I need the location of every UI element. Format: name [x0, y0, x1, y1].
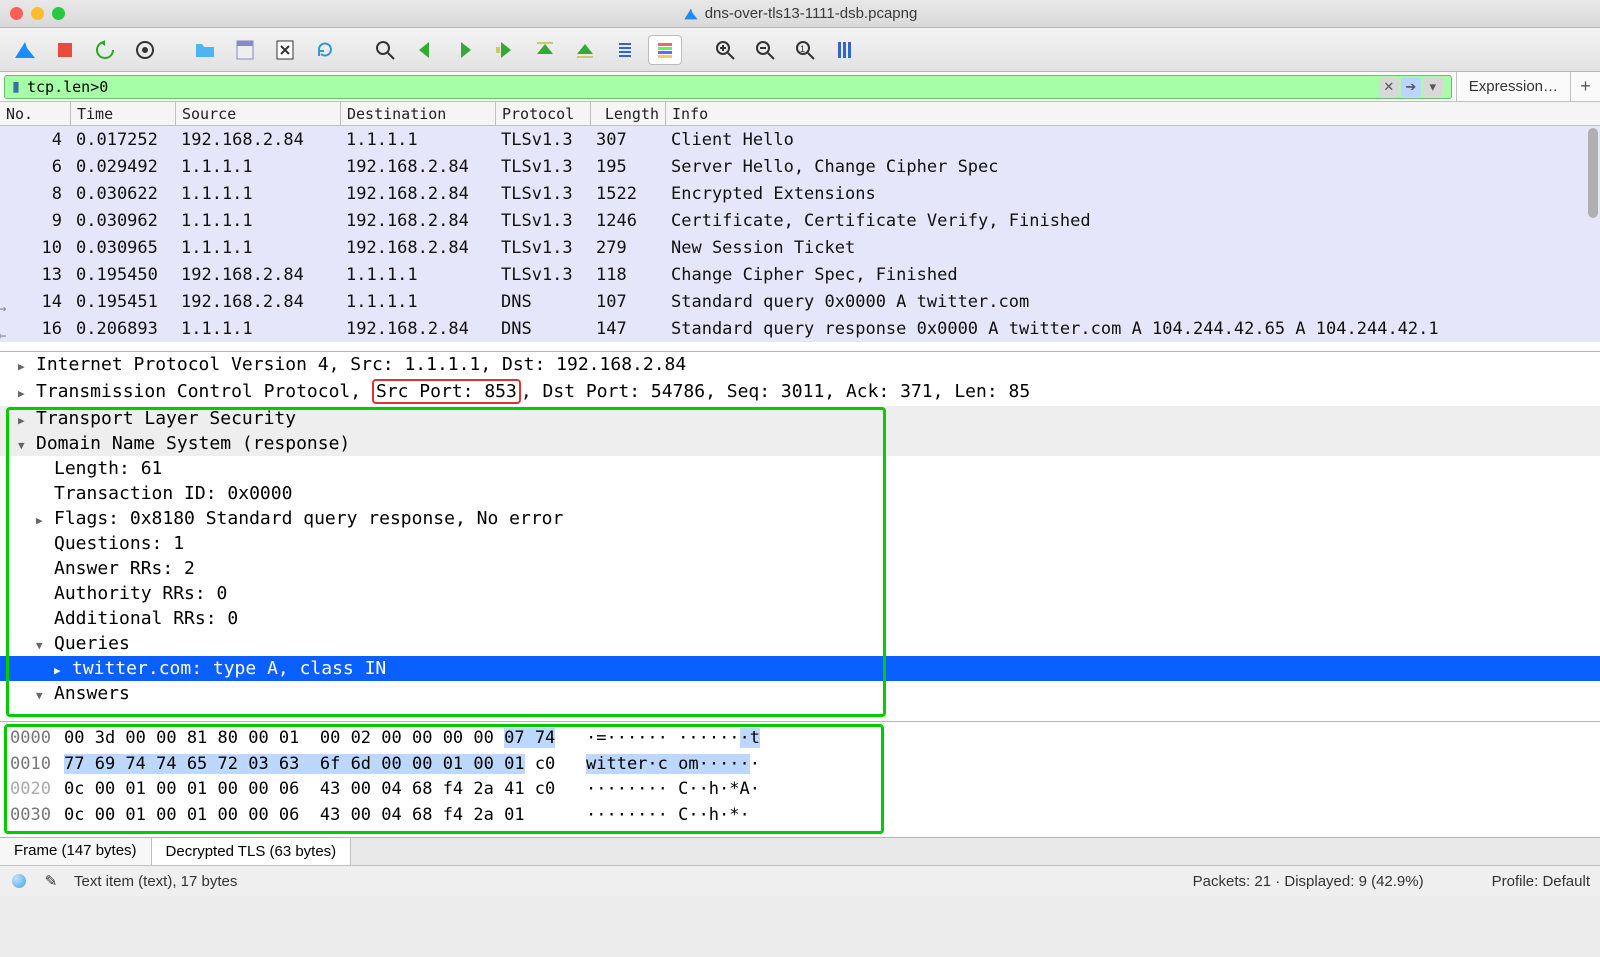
bytes-tabs: Frame (147 bytes) Decrypted TLS (63 byte…	[0, 838, 1600, 866]
zoom-reset-button[interactable]: 1	[788, 35, 822, 65]
apply-filter-icon[interactable]: ➔	[1401, 77, 1421, 97]
packet-row[interactable]: 160.2068931.1.1.1192.168.2.84DNS147Stand…	[0, 315, 1600, 342]
wireshark-fin-icon	[683, 6, 699, 22]
display-filter-bar: ▮ ✕ ➔ ▾ Expression… +	[0, 72, 1600, 102]
save-file-button[interactable]	[228, 35, 262, 65]
go-back-button[interactable]	[408, 35, 442, 65]
detail-dns[interactable]: Domain Name System (response)	[0, 431, 1600, 456]
detail-dns-questions[interactable]: Questions: 1	[0, 531, 1600, 556]
col-proto[interactable]: Protocol	[495, 102, 590, 125]
detail-dns-add-rrs[interactable]: Additional RRs: 0	[0, 606, 1600, 631]
go-last-button[interactable]	[568, 35, 602, 65]
restart-capture-button[interactable]	[88, 35, 122, 65]
clear-filter-icon[interactable]: ✕	[1379, 77, 1399, 97]
col-info[interactable]: Info	[665, 102, 1600, 125]
options-button[interactable]	[128, 35, 162, 65]
maximize-icon[interactable]	[52, 7, 65, 20]
col-dst[interactable]: Destination	[340, 102, 495, 125]
auto-scroll-button[interactable]	[608, 35, 642, 65]
find-button[interactable]	[368, 35, 402, 65]
col-len[interactable]: Length	[590, 102, 665, 125]
detail-tls[interactable]: Transport Layer Security	[0, 406, 1600, 431]
bookmark-icon[interactable]: ▮	[9, 78, 23, 95]
packet-row[interactable]: 130.195450192.168.2.841.1.1.1TLSv1.3118C…	[0, 261, 1600, 288]
window-title: dns-over-tls13-1111-dsb.pcapng	[705, 5, 918, 22]
filter-history-icon[interactable]: ▾	[1423, 77, 1443, 97]
edit-preferences-icon[interactable]: ✎	[42, 872, 60, 890]
reload-button[interactable]	[308, 35, 342, 65]
detail-dns-flags[interactable]: Flags: 0x8180 Standard query response, N…	[0, 506, 1600, 531]
expression-button[interactable]: Expression…	[1456, 72, 1570, 101]
close-icon[interactable]	[10, 7, 23, 20]
detail-dns-auth-rrs[interactable]: Authority RRs: 0	[0, 581, 1600, 606]
related-out-icon: →	[0, 301, 6, 317]
zoom-out-button[interactable]	[748, 35, 782, 65]
related-in-icon: ←	[0, 328, 6, 344]
minimize-icon[interactable]	[31, 7, 44, 20]
hex-row[interactable]: 00200c 00 01 00 01 00 00 06 43 00 04 68 …	[10, 777, 1590, 803]
hex-row[interactable]: 000000 3d 00 00 81 80 00 01 00 02 00 00 …	[10, 726, 1590, 752]
stop-capture-button[interactable]	[48, 35, 82, 65]
hex-row[interactable]: 00300c 00 01 00 01 00 00 06 43 00 04 68 …	[10, 803, 1590, 829]
packet-row[interactable]: 140.195451192.168.2.841.1.1.1DNS107Stand…	[0, 288, 1600, 315]
display-filter-field[interactable]: ▮ ✕ ➔ ▾	[4, 75, 1452, 99]
packet-row[interactable]: 60.0294921.1.1.1192.168.2.84TLSv1.3195Se…	[0, 153, 1600, 180]
col-src[interactable]: Source	[175, 102, 340, 125]
zoom-in-button[interactable]	[708, 35, 742, 65]
packet-list[interactable]: 40.017252192.168.2.841.1.1.1TLSv1.3307Cl…	[0, 126, 1600, 352]
packet-row[interactable]: 100.0309651.1.1.1192.168.2.84TLSv1.3279N…	[0, 234, 1600, 261]
detail-dns-answer-rrs[interactable]: Answer RRs: 2	[0, 556, 1600, 581]
packet-bytes-pane[interactable]: 000000 3d 00 00 81 80 00 01 00 02 00 00 …	[0, 722, 1600, 838]
svg-text:1: 1	[800, 44, 805, 54]
col-time[interactable]: Time	[70, 102, 175, 125]
detail-ip[interactable]: Internet Protocol Version 4, Src: 1.1.1.…	[0, 352, 1600, 377]
tab-frame[interactable]: Frame (147 bytes)	[0, 838, 152, 865]
status-item-text: Text item (text), 17 bytes	[74, 873, 237, 890]
status-packet-counts: Packets: 21 · Displayed: 9 (42.9%)	[1193, 873, 1424, 890]
go-to-packet-button[interactable]	[488, 35, 522, 65]
col-no[interactable]: No.	[0, 102, 70, 125]
detail-dns-query-item[interactable]: twitter.com: type A, class IN	[0, 656, 1600, 681]
detail-dns-txid[interactable]: Transaction ID: 0x0000	[0, 481, 1600, 506]
src-port-highlight: Src Port: 853	[372, 379, 521, 404]
tab-decrypted-tls[interactable]: Decrypted TLS (63 bytes)	[152, 837, 352, 865]
packet-row[interactable]: 40.017252192.168.2.841.1.1.1TLSv1.3307Cl…	[0, 126, 1600, 153]
close-file-button[interactable]	[268, 35, 302, 65]
detail-dns-length[interactable]: Length: 61	[0, 456, 1600, 481]
window-controls	[10, 7, 65, 20]
status-bar: ✎ Text item (text), 17 bytes Packets: 21…	[0, 866, 1600, 896]
resize-columns-button[interactable]	[828, 35, 862, 65]
detail-dns-queries[interactable]: Queries	[0, 631, 1600, 656]
status-profile[interactable]: Profile: Default	[1492, 873, 1590, 890]
wireshark-logo-icon[interactable]	[8, 35, 42, 65]
add-filter-button[interactable]: +	[1570, 72, 1600, 101]
go-first-button[interactable]	[528, 35, 562, 65]
titlebar: dns-over-tls13-1111-dsb.pcapng	[0, 0, 1600, 28]
colorize-button[interactable]	[648, 35, 682, 65]
hex-row[interactable]: 001077 69 74 74 65 72 03 63 6f 6d 00 00 …	[10, 752, 1590, 778]
display-filter-input[interactable]	[27, 78, 1379, 96]
detail-tcp[interactable]: Transmission Control Protocol, Src Port:…	[0, 377, 1600, 406]
detail-dns-answers[interactable]: Answers	[0, 681, 1600, 706]
go-forward-button[interactable]	[448, 35, 482, 65]
packet-details-pane[interactable]: Internet Protocol Version 4, Src: 1.1.1.…	[0, 352, 1600, 722]
packet-row[interactable]: 80.0306221.1.1.1192.168.2.84TLSv1.31522E…	[0, 180, 1600, 207]
open-file-button[interactable]	[188, 35, 222, 65]
expert-info-icon[interactable]	[10, 872, 28, 890]
packet-row[interactable]: 90.0309621.1.1.1192.168.2.84TLSv1.31246C…	[0, 207, 1600, 234]
scrollbar-thumb[interactable]	[1588, 128, 1598, 218]
main-toolbar: 1	[0, 28, 1600, 72]
packet-list-header[interactable]: No. Time Source Destination Protocol Len…	[0, 102, 1600, 126]
